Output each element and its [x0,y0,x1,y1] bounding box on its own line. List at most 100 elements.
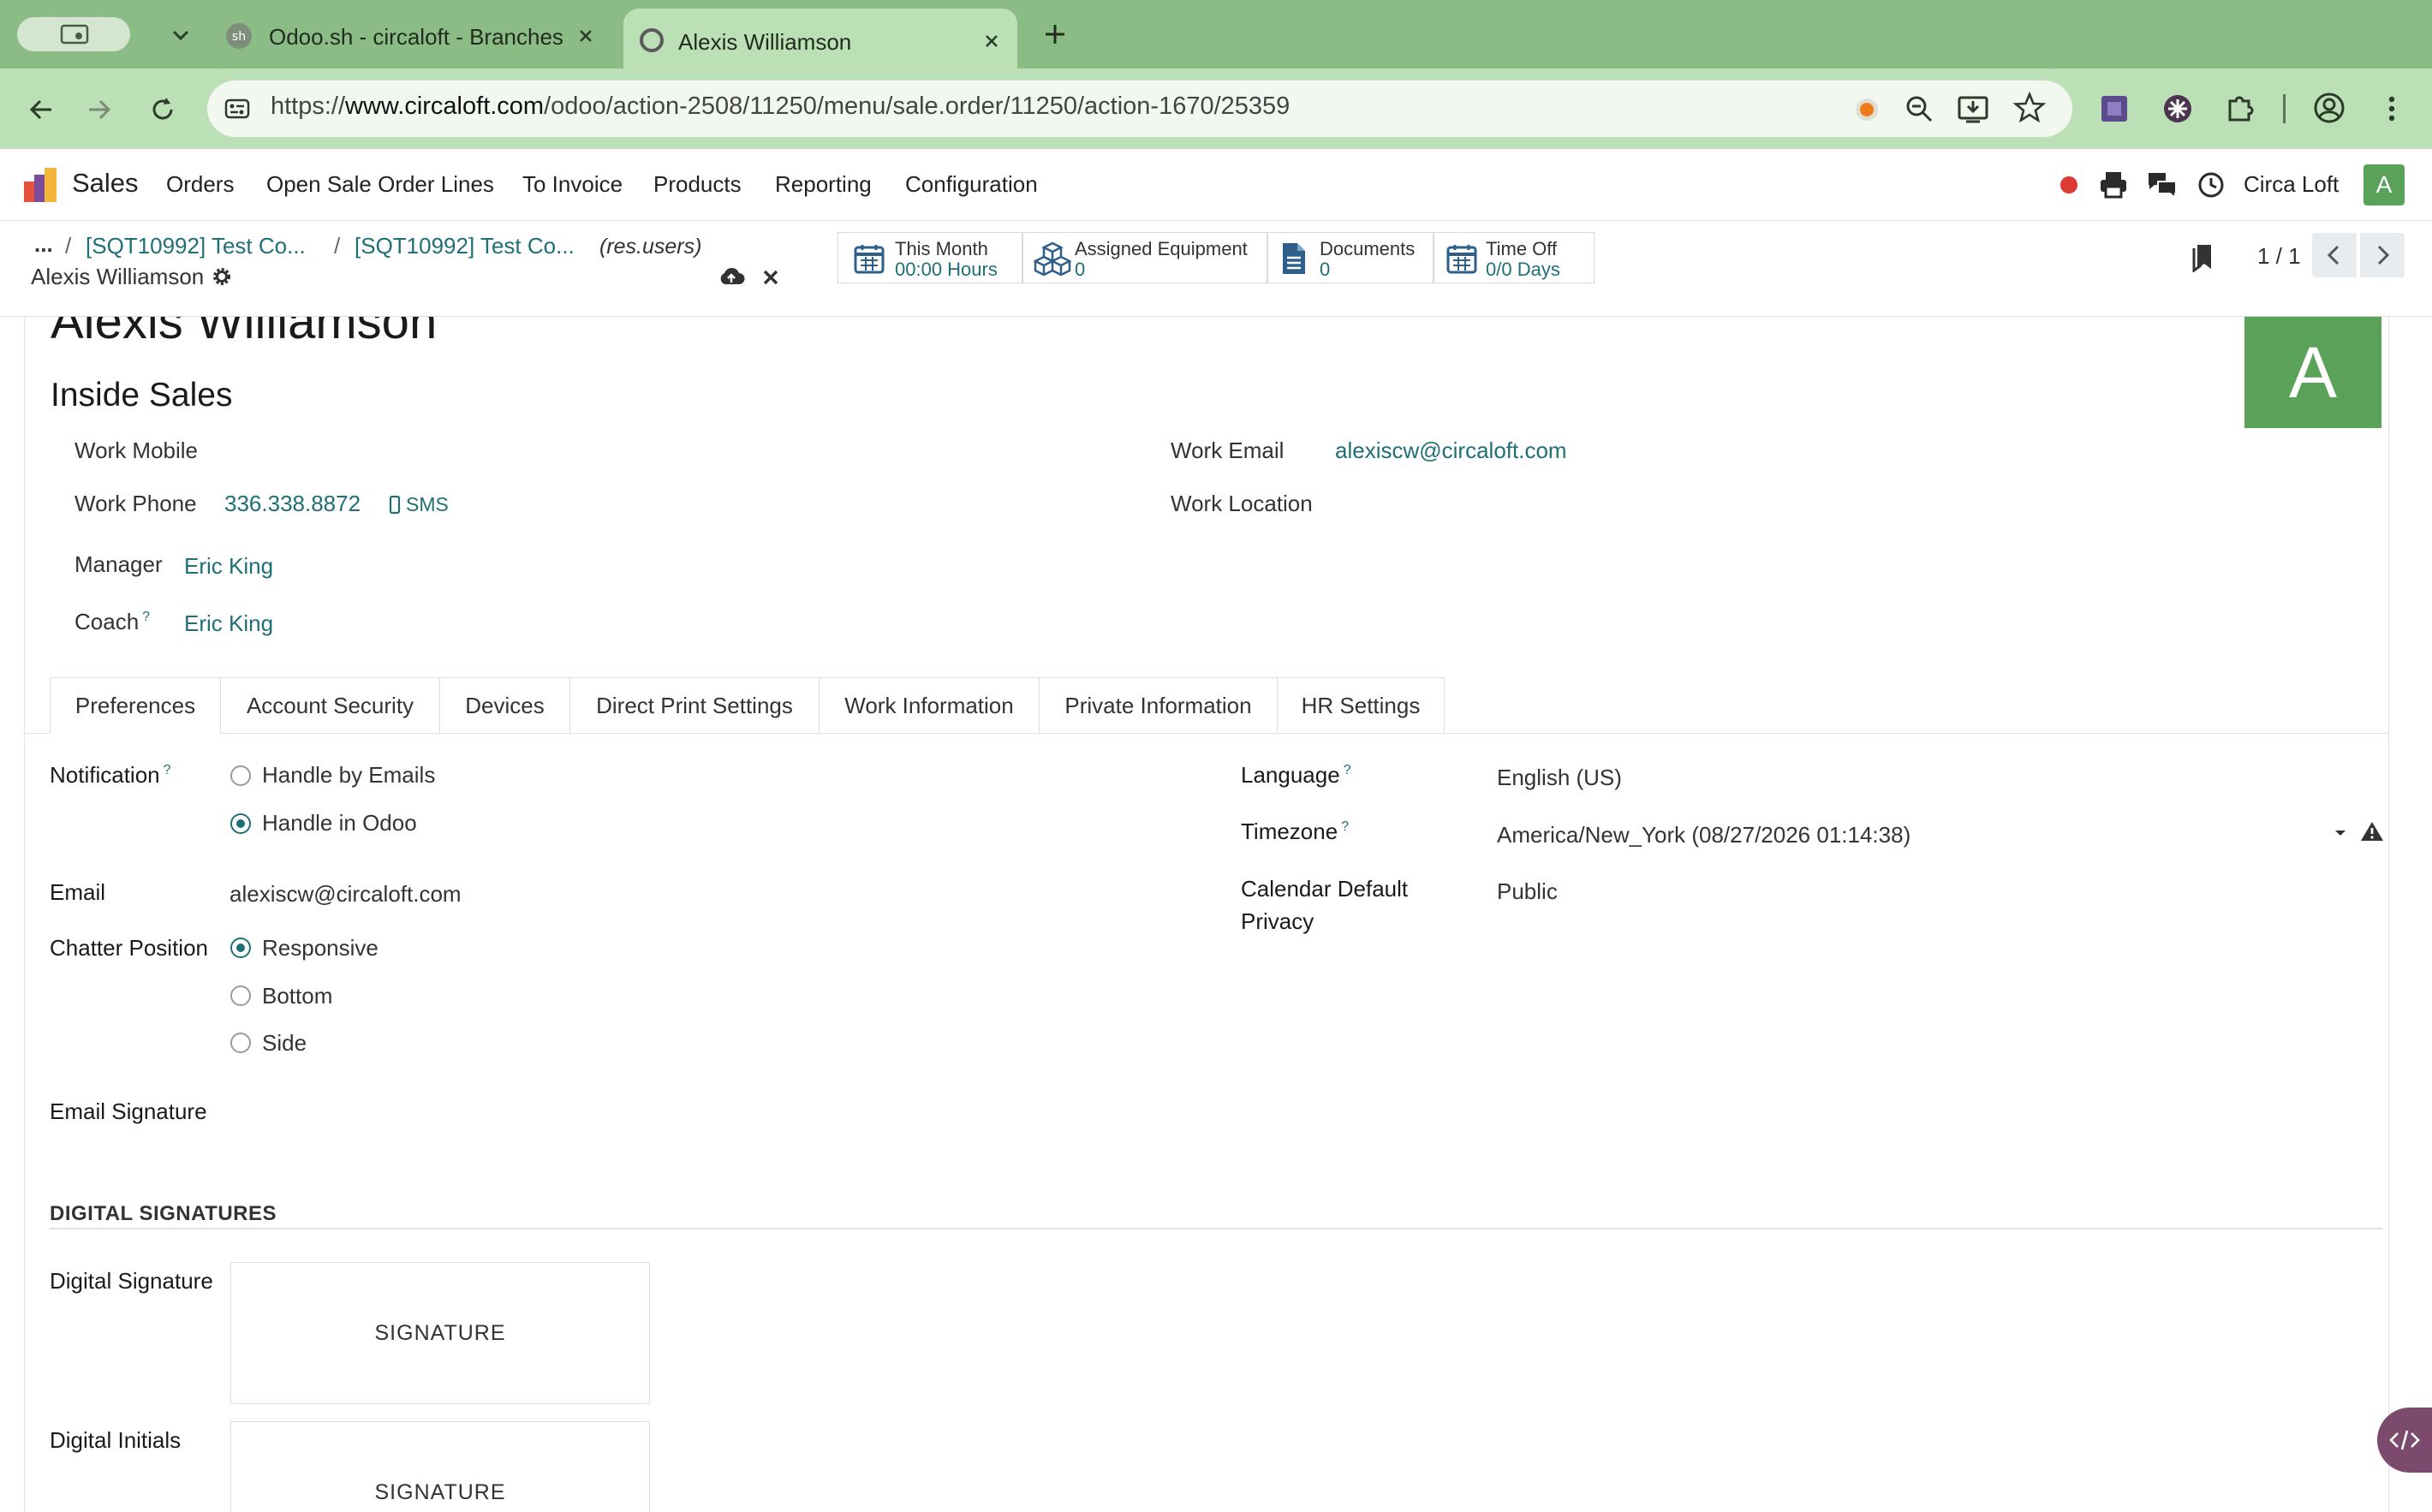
profile-switcher-button[interactable] [17,17,130,51]
tab-list-chevron-icon[interactable] [168,22,194,48]
pager-next-button[interactable] [2360,233,2405,277]
stat-label: Assigned Equipment [1075,238,1248,259]
calendar-privacy-value[interactable]: Public [1497,878,1558,905]
tab-title: Odoo.sh - circaloft - Branches [269,24,563,50]
chatter-position-label: Chatter Position [50,935,208,961]
browser-tab-alexis-williamson[interactable]: Alexis Williamson [623,9,1017,70]
employee-name[interactable]: Alexis Williamson [51,317,437,350]
bookmark-icon[interactable] [2191,243,2214,272]
coach-link[interactable]: Eric King [184,610,273,637]
menu-reporting[interactable]: Reporting [775,171,872,198]
odoo-apps-logo-icon[interactable] [22,166,60,204]
radio-side[interactable] [230,1033,251,1053]
zoom-icon[interactable] [1903,92,1935,125]
breadcrumb-more[interactable]: ... [34,231,53,258]
url-text[interactable]: https://www.circaloft.com/odoo/action-25… [271,92,1290,121]
page-icon [639,27,665,53]
forward-arrow-icon[interactable] [84,94,115,125]
gear-icon[interactable] [211,265,233,288]
app-name[interactable]: Sales [72,168,139,199]
new-tab-plus-icon[interactable] [1041,21,1069,48]
document-icon [1280,241,1308,276]
option-bottom[interactable]: Bottom [262,983,332,1009]
breadcrumb-separator: / [65,233,72,259]
sms-label: SMS [406,493,449,515]
option-handle-by-emails[interactable]: Handle by Emails [262,762,435,789]
tab-work-information[interactable]: Work Information [819,677,1039,734]
stat-assigned-equipment-button[interactable]: Assigned Equipment 0 [1022,232,1267,283]
debug-toggle-button[interactable] [2377,1408,2432,1473]
job-title[interactable]: Inside Sales [51,377,232,414]
chat-bubbles-icon[interactable] [2146,170,2179,200]
pager-previous-button[interactable] [2312,233,2357,277]
extensions-puzzle-icon[interactable] [2223,91,2257,125]
tab-private-information[interactable]: Private Information [1039,677,1277,734]
cubes-icon [1034,241,1071,276]
install-app-icon[interactable] [1956,92,1990,125]
menu-configuration[interactable]: Configuration [905,171,1038,198]
close-icon[interactable] [980,29,1004,53]
caret-down-icon[interactable] [2333,825,2348,841]
activity-clock-icon[interactable] [2196,170,2226,200]
option-responsive[interactable]: Responsive [262,935,379,961]
email-value[interactable]: alexiscw@circaloft.com [229,881,462,908]
model-hint: (res.users) [599,235,702,259]
stat-this-month-button[interactable]: This Month 00:00 Hours [837,232,1022,283]
tab-hr-settings[interactable]: HR Settings [1277,677,1445,734]
work-phone-label: Work Phone [75,491,197,516]
language-value[interactable]: English (US) [1497,765,1622,791]
user-avatar[interactable]: A [2363,164,2405,205]
work-email-link[interactable]: alexiscw@circaloft.com [1335,438,1567,464]
email-label: Email [50,879,106,905]
pager-value[interactable]: 1 / 1 [2257,243,2301,270]
timezone-select[interactable]: America/New_York (08/27/2026 01:14:38) [1497,822,1910,848]
recording-dot-icon[interactable] [2059,175,2079,195]
save-cloud-icon[interactable] [718,265,745,288]
reload-icon[interactable] [147,94,178,125]
menu-to-invoice[interactable]: To Invoice [522,171,623,198]
browser-tab-odoo-sh[interactable]: sh Odoo.sh - circaloft - Branches [212,12,615,60]
profile-avatar-icon[interactable] [2312,91,2346,125]
radio-responsive[interactable] [230,938,251,958]
digital-signature-label: Digital Signature [50,1268,213,1294]
work-mobile-label: Work Mobile [75,438,199,463]
radio-handle-in-odoo[interactable] [230,813,251,834]
digital-initials-box[interactable]: SIGNATURE [230,1421,650,1512]
employee-avatar[interactable]: A [2244,317,2381,428]
close-icon[interactable] [574,24,598,48]
extension-purple-icon[interactable] [2100,94,2129,123]
option-side[interactable]: Side [262,1030,307,1057]
menu-products[interactable]: Products [653,171,742,198]
stat-time-off-button[interactable]: Time Off 0/0 Days [1434,232,1595,283]
radio-handle-by-emails[interactable] [230,765,251,786]
stat-value: 0/0 Days [1486,259,1560,280]
browser-menu-kebab-icon[interactable] [2379,92,2405,125]
sms-button[interactable]: SMS [389,493,449,516]
company-name[interactable]: Circa Loft [2244,171,2339,198]
menu-open-sale-order-lines[interactable]: Open Sale Order Lines [266,171,494,198]
menu-orders[interactable]: Orders [166,171,234,198]
warning-icon[interactable] [2360,820,2384,842]
record-name: Alexis Williamson [31,264,205,289]
breadcrumb-item[interactable]: [SQT10992] Test Co... [355,233,575,259]
tab-preferences[interactable]: Preferences [50,677,220,734]
radio-bottom[interactable] [230,985,251,1006]
stat-value: 00:00 Hours [895,259,998,280]
tab-direct-print-settings[interactable]: Direct Print Settings [569,677,819,734]
stat-documents-button[interactable]: Documents 0 [1267,232,1434,283]
extension-record-icon[interactable] [1851,94,1882,125]
bookmark-star-icon[interactable] [2012,91,2047,125]
extension-flower-icon[interactable] [2161,92,2194,125]
option-handle-in-odoo[interactable]: Handle in Odoo [262,810,417,836]
print-icon[interactable] [2098,170,2129,200]
digital-signatures-title: DIGITAL SIGNATURES [50,1202,277,1225]
back-arrow-icon[interactable] [26,94,57,125]
digital-signature-box[interactable]: SIGNATURE [230,1262,650,1404]
site-settings-icon[interactable] [221,92,253,125]
breadcrumb-item[interactable]: [SQT10992] Test Co... [86,233,306,259]
discard-close-icon[interactable] [760,267,781,288]
work-phone-link[interactable]: 336.338.8872 [224,491,361,517]
tab-account-security[interactable]: Account Security [220,677,439,734]
tab-devices[interactable]: Devices [439,677,569,734]
manager-link[interactable]: Eric King [184,553,273,580]
